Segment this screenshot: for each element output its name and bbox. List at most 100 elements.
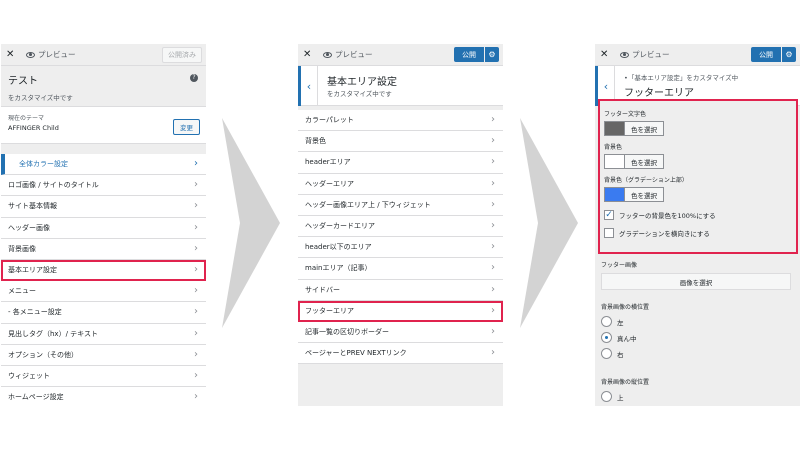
select-color-button[interactable]: 色を選択 <box>624 154 664 169</box>
subsection-label: ページャーとPREV NEXTリンク <box>305 349 407 358</box>
section-item[interactable]: メニュー › <box>1 281 206 303</box>
chevron-right-icon: › <box>194 348 198 360</box>
radio-button-selected[interactable] <box>601 332 612 343</box>
chevron-right-icon: › <box>194 391 198 403</box>
radio-right[interactable]: 右 <box>601 348 796 359</box>
theme-label: 現在のテーマ <box>8 115 45 122</box>
section-item-basic-area[interactable]: 基本エリア設定 › <box>1 259 206 282</box>
radio-label: 左 <box>617 318 624 327</box>
gear-icon[interactable]: ⚙ <box>782 47 796 62</box>
radio-left[interactable]: 左 <box>601 316 796 327</box>
footer-image-options: フッター画像 画像を選択 背景画像の横位置 左 真ん中 右 背景画像の縦位置 上 <box>601 260 796 402</box>
customizer-topbar: ✕ プレビュー 公開 ⚙ <box>595 44 800 66</box>
section-item[interactable]: 全体カラー設定 › <box>1 154 206 176</box>
subsection-item[interactable]: 背景色 › <box>298 131 503 153</box>
eye-icon <box>323 51 332 58</box>
section-item[interactable]: 見出しタグ（hx）/ テキスト › <box>1 323 206 345</box>
subsection-item[interactable]: ヘッダーカードエリア › <box>298 215 503 238</box>
subsection-item-footer-area[interactable]: フッターエリア › <box>298 300 503 322</box>
section-item[interactable]: 背景画像 › <box>1 238 206 260</box>
subsection-label: ヘッダー画像エリア上 / 下ウィジェット <box>305 200 431 209</box>
gear-icon[interactable]: ⚙ <box>485 47 499 62</box>
section-item[interactable]: ヘッダー画像 › <box>1 217 206 239</box>
published-button[interactable]: 公開済み <box>162 46 202 63</box>
checkbox-unchecked[interactable] <box>604 228 614 238</box>
section-label: オプション（その他） <box>8 350 78 359</box>
chevron-right-icon: › <box>491 135 495 147</box>
close-icon[interactable]: ✕ <box>6 49 18 60</box>
section-item[interactable]: サイト基本情報 › <box>1 196 206 218</box>
subsection-label: header以下のエリア <box>305 243 372 252</box>
subsection-item[interactable]: ヘッダー画像エリア上 / 下ウィジェット › <box>298 194 503 216</box>
color-swatch <box>604 121 624 136</box>
chevron-right-icon: › <box>491 325 495 337</box>
color-swatch <box>604 154 624 169</box>
footer-text-color-label: フッター文字色 <box>604 111 647 118</box>
flow-arrow <box>222 118 280 328</box>
preview-toggle[interactable]: プレビュー <box>26 49 76 60</box>
select-color-button[interactable]: 色を選択 <box>624 187 664 202</box>
section-item[interactable]: ウィジェット › <box>1 365 206 388</box>
section-item[interactable]: - 各メニュー設定 › <box>1 302 206 324</box>
subsection-item[interactable]: header以下のエリア › <box>298 237 503 259</box>
section-item[interactable]: ロゴ画像 / サイトのタイトル › <box>1 175 206 197</box>
chevron-right-icon: › <box>491 262 495 274</box>
full-width-checkbox-row[interactable]: ✓ フッターの背景色を100%にする <box>604 210 792 220</box>
customizer-panel-main: ✕ プレビュー 公開済み テスト をカスタマイズ中です ? 現在のテーマ AFF… <box>1 44 206 406</box>
customizing-note: をカスタマイズ中です <box>8 94 73 102</box>
chevron-right-icon: › <box>491 304 495 316</box>
chevron-right-icon: › <box>491 241 495 253</box>
subsection-item[interactable]: ヘッダーエリア › <box>298 173 503 195</box>
radio-top[interactable]: 上 <box>601 391 796 402</box>
chevron-right-icon: › <box>194 369 198 381</box>
subsection-item[interactable]: mainエリア（記事） › <box>298 258 503 280</box>
section-label: 見出しタグ（hx）/ テキスト <box>8 329 98 338</box>
select-image-button[interactable]: 画像を選択 <box>601 273 791 290</box>
subsection-item[interactable]: headerエリア › <box>298 152 503 174</box>
radio-label: 右 <box>617 350 624 359</box>
section-label: - 各メニュー設定 <box>8 308 62 317</box>
horizontal-gradient-checkbox-row[interactable]: グラデーションを横向きにする <box>604 228 792 238</box>
chevron-right-icon: › <box>491 219 495 231</box>
footer-text-color-picker[interactable]: 色を選択 <box>604 121 792 136</box>
section-label: ウィジェット <box>8 371 50 380</box>
customizing-note: をカスタマイズ中です <box>327 90 392 98</box>
chevron-right-icon: › <box>194 200 198 212</box>
customizer-panel-basic-area: ✕ プレビュー 公開 ⚙ ‹ 基本エリア設定 をカスタマイズ中です カラーパレッ… <box>298 44 503 406</box>
bg-gradient-color-picker[interactable]: 色を選択 <box>604 187 792 202</box>
subsection-item[interactable]: サイドバー › <box>298 279 503 301</box>
chevron-right-icon: › <box>491 198 495 210</box>
customizer-panel-footer-area: ✕ プレビュー 公開 ⚙ ‹ •「基本エリア設定」をカスタマイズ中 フッターエリ… <box>595 44 800 406</box>
subsection-item[interactable]: ページャーとPREV NEXTリンク › <box>298 343 503 365</box>
chevron-left-icon: ‹ <box>306 79 312 93</box>
preview-toggle[interactable]: プレビュー <box>323 49 373 60</box>
bg-color-picker[interactable]: 色を選択 <box>604 154 792 169</box>
section-item[interactable]: ホームページ設定 › <box>1 387 206 406</box>
close-icon[interactable]: ✕ <box>303 49 315 60</box>
radio-label: 上 <box>617 393 624 402</box>
publish-button[interactable]: 公開 <box>454 47 484 62</box>
back-button[interactable]: ‹ <box>298 66 318 106</box>
radio-button[interactable] <box>601 391 612 402</box>
change-theme-button[interactable]: 変更 <box>173 119 200 135</box>
radio-button[interactable] <box>601 348 612 359</box>
select-color-button[interactable]: 色を選択 <box>624 121 664 136</box>
help-icon[interactable]: ? <box>190 74 198 82</box>
radio-button[interactable] <box>601 316 612 327</box>
publish-button[interactable]: 公開 <box>751 47 781 62</box>
subsection-label: ヘッダーエリア <box>305 179 354 188</box>
section-label: 背景画像 <box>8 244 36 253</box>
subsection-label: 背景色 <box>305 137 326 146</box>
section-item[interactable]: オプション（その他） › <box>1 344 206 366</box>
close-icon[interactable]: ✕ <box>600 49 612 60</box>
subsection-label: サイドバー <box>305 285 340 294</box>
chevron-right-icon: › <box>194 158 198 169</box>
subsection-item[interactable]: カラーパレット › <box>298 110 503 132</box>
subsection-item[interactable]: 記事一覧の区切りボーダー › <box>298 321 503 344</box>
radio-center[interactable]: 真ん中 <box>601 332 796 343</box>
chevron-right-icon: › <box>194 179 198 191</box>
checkbox-label: フッターの背景色を100%にする <box>619 212 716 220</box>
preview-toggle[interactable]: プレビュー <box>620 49 670 60</box>
preview-label: プレビュー <box>38 50 76 59</box>
checkbox-checked[interactable]: ✓ <box>604 210 614 220</box>
